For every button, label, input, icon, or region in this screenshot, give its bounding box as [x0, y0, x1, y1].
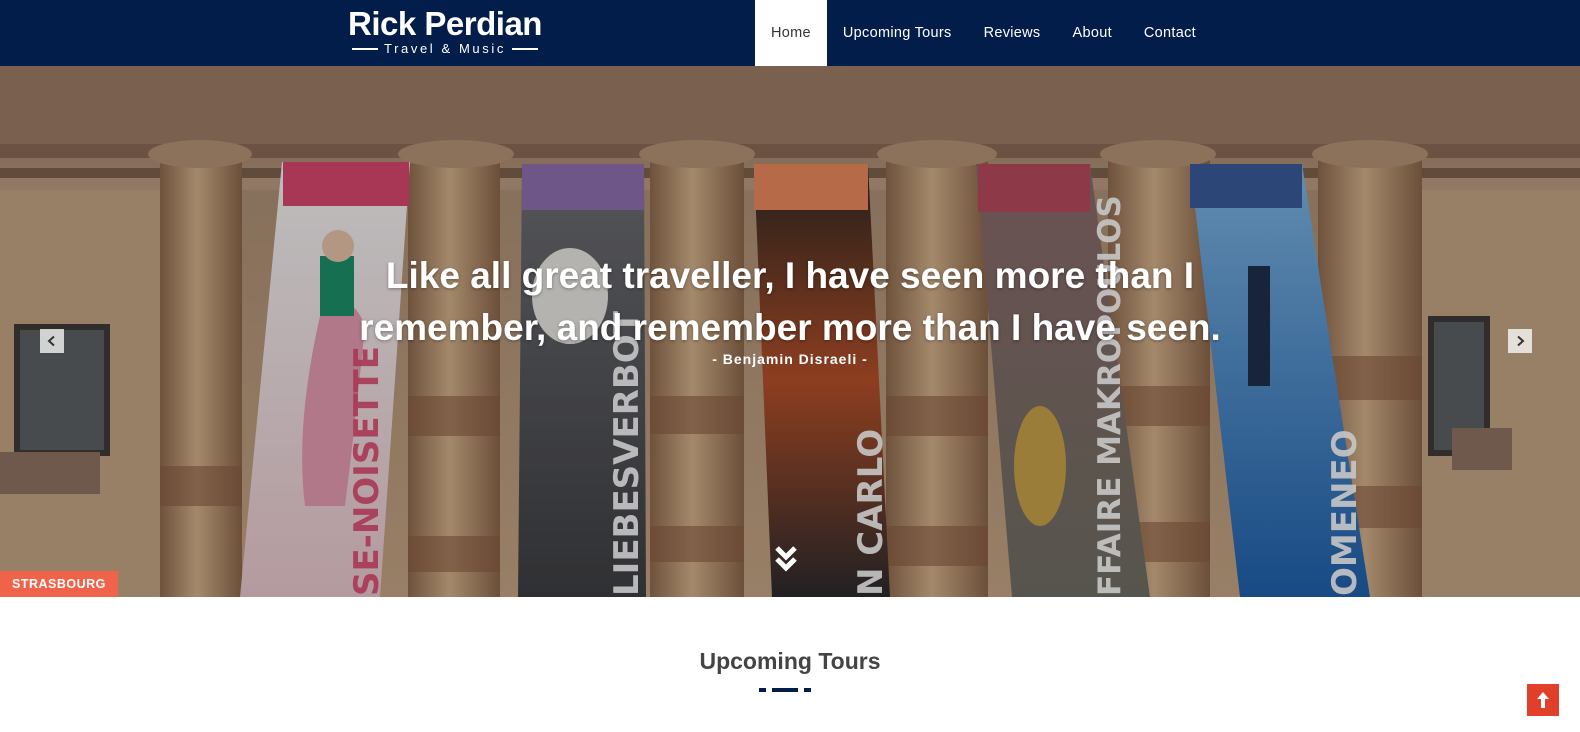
logo-subtitle: Travel & Music: [344, 42, 546, 56]
back-to-top-button[interactable]: [1527, 684, 1559, 716]
nav-upcoming-tours[interactable]: Upcoming Tours: [827, 0, 968, 66]
chevron-left-icon: [47, 335, 55, 347]
hero-slider: SE-NOISETTE LIEBESVERBOT N CARLO FFAIRE …: [0, 66, 1580, 597]
location-badge: STRASBOURG: [0, 571, 118, 597]
divider-left: [759, 688, 766, 692]
nav-home[interactable]: Home: [755, 0, 827, 66]
main-nav: Home Upcoming Tours Reviews About Contac…: [755, 0, 1212, 66]
scroll-down-button[interactable]: [772, 544, 800, 574]
chevron-right-icon: [1517, 335, 1525, 347]
slider-next-button[interactable]: [1508, 329, 1532, 353]
logo-line-right: [511, 48, 538, 50]
logo-line-left: [352, 48, 379, 50]
site-logo[interactable]: Rick Perdian Travel & Music: [344, 6, 546, 56]
hero-quote-author: - Benjamin Disraeli -: [712, 351, 868, 367]
nav-contact[interactable]: Contact: [1128, 0, 1212, 66]
nav-reviews[interactable]: Reviews: [968, 0, 1057, 66]
site-header: Rick Perdian Travel & Music Home Upcomin…: [0, 0, 1580, 66]
slider-prev-button[interactable]: [40, 329, 64, 353]
section-divider: [759, 688, 811, 692]
divider-center: [772, 688, 798, 692]
nav-about[interactable]: About: [1057, 0, 1128, 66]
hero-quote: Like all great traveller, I have seen mo…: [359, 255, 1221, 348]
logo-tagline: Travel & Music: [384, 41, 506, 56]
double-chevron-down-icon: [775, 546, 797, 572]
divider-right: [804, 688, 811, 692]
logo-title: Rick Perdian: [348, 5, 542, 42]
arrow-up-icon: [1537, 692, 1549, 708]
section-title-upcoming-tours: Upcoming Tours: [699, 648, 881, 674]
